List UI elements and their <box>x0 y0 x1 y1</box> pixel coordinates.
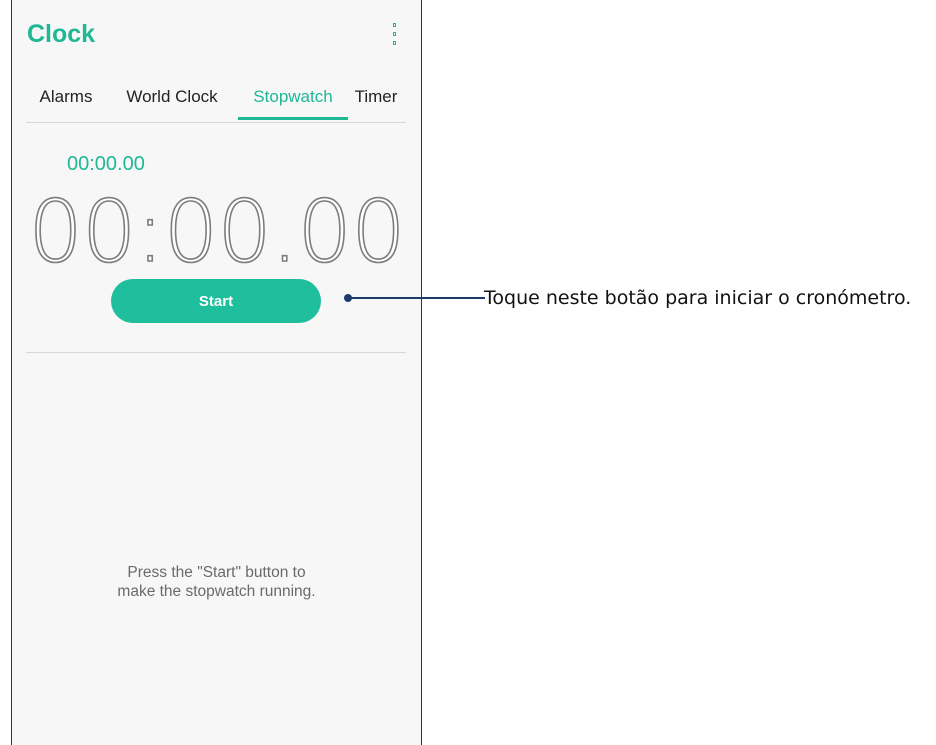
tab-alarms[interactable]: Alarms <box>26 74 106 120</box>
app-title: Clock <box>27 20 96 48</box>
callout-line <box>347 297 485 299</box>
callout-text: Toque neste botão para iniciar o cronóme… <box>484 287 912 309</box>
more-vert-icon[interactable] <box>393 23 399 45</box>
tab-bar: Alarms World Clock Stopwatch Timer <box>26 72 406 123</box>
start-button[interactable]: Start <box>111 279 321 323</box>
divider <box>26 352 406 353</box>
tab-timer[interactable]: Timer <box>348 74 404 120</box>
tab-world-clock[interactable]: World Clock <box>106 74 238 120</box>
stopwatch-time-display: 00:00.00 <box>27 181 406 283</box>
tab-stopwatch[interactable]: Stopwatch <box>238 74 348 120</box>
lap-time: 00:00.00 <box>67 153 145 175</box>
phone-screen: Clock Alarms World Clock Stopwatch Timer… <box>11 0 422 745</box>
start-hint-text: Press the "Start" button to make the stop… <box>117 564 316 600</box>
